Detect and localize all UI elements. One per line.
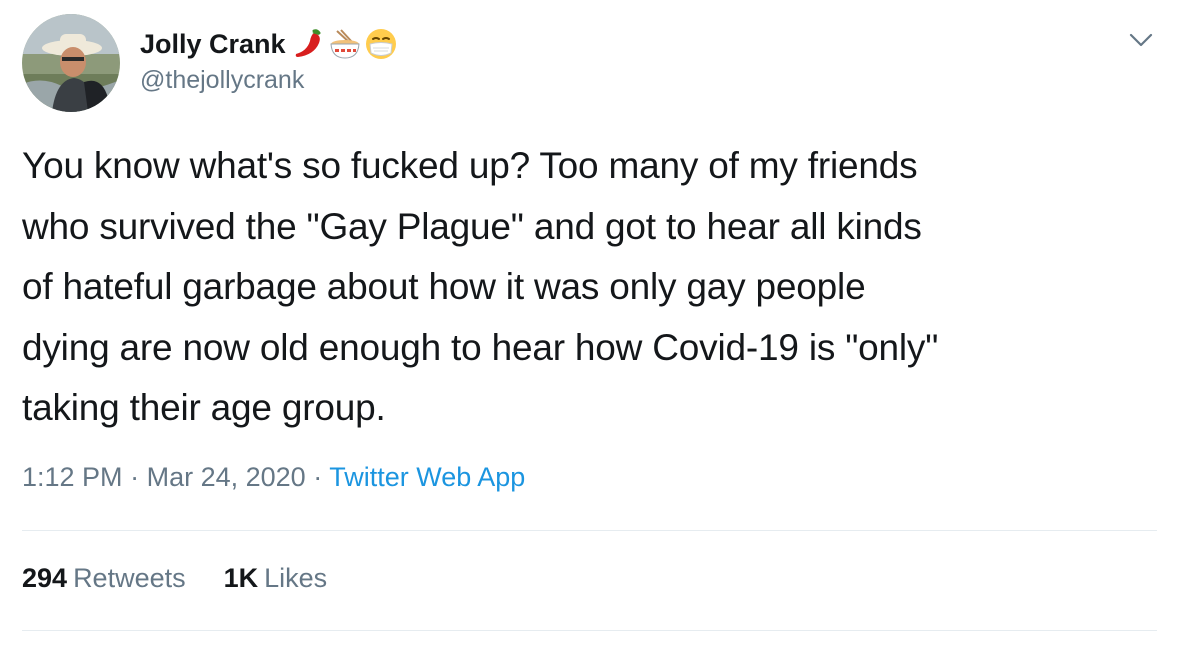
meta-separator: · — [313, 462, 323, 492]
tweet-stats: 294 Retweets 1K Likes — [22, 563, 327, 594]
noodle-bowl-icon — [330, 29, 360, 59]
avatar-photo — [22, 14, 120, 112]
meta-separator: · — [130, 462, 140, 492]
tweet-time[interactable]: 1:12 PM — [22, 462, 123, 492]
tweet-text: You know what's so fucked up? Too many o… — [22, 145, 939, 428]
likes-count: 1K — [223, 563, 259, 593]
tweet-source-link[interactable]: Twitter Web App — [329, 462, 525, 492]
author-handle[interactable]: @thejollycrank — [140, 66, 304, 95]
chevron-down-icon[interactable] — [1125, 28, 1157, 52]
likes-label: Likes — [264, 563, 328, 593]
tweet-date[interactable]: Mar 24, 2020 — [147, 462, 306, 492]
author-name[interactable]: Jolly Crank — [140, 26, 398, 62]
tweet-metadata: 1:12 PM · Mar 24, 2020 · Twitter Web App — [22, 462, 525, 493]
face-with-mask-icon — [365, 29, 396, 59]
divider — [22, 530, 1157, 531]
avatar[interactable] — [22, 14, 120, 112]
retweets-count: 294 — [22, 563, 68, 593]
retweets-stat[interactable]: 294 Retweets — [22, 563, 186, 594]
likes-stat[interactable]: 1K Likes — [224, 563, 328, 594]
display-name: Jolly Crank — [140, 28, 286, 59]
retweets-label: Retweets — [73, 563, 186, 593]
hot-pepper-icon — [295, 29, 321, 57]
divider — [22, 630, 1157, 631]
